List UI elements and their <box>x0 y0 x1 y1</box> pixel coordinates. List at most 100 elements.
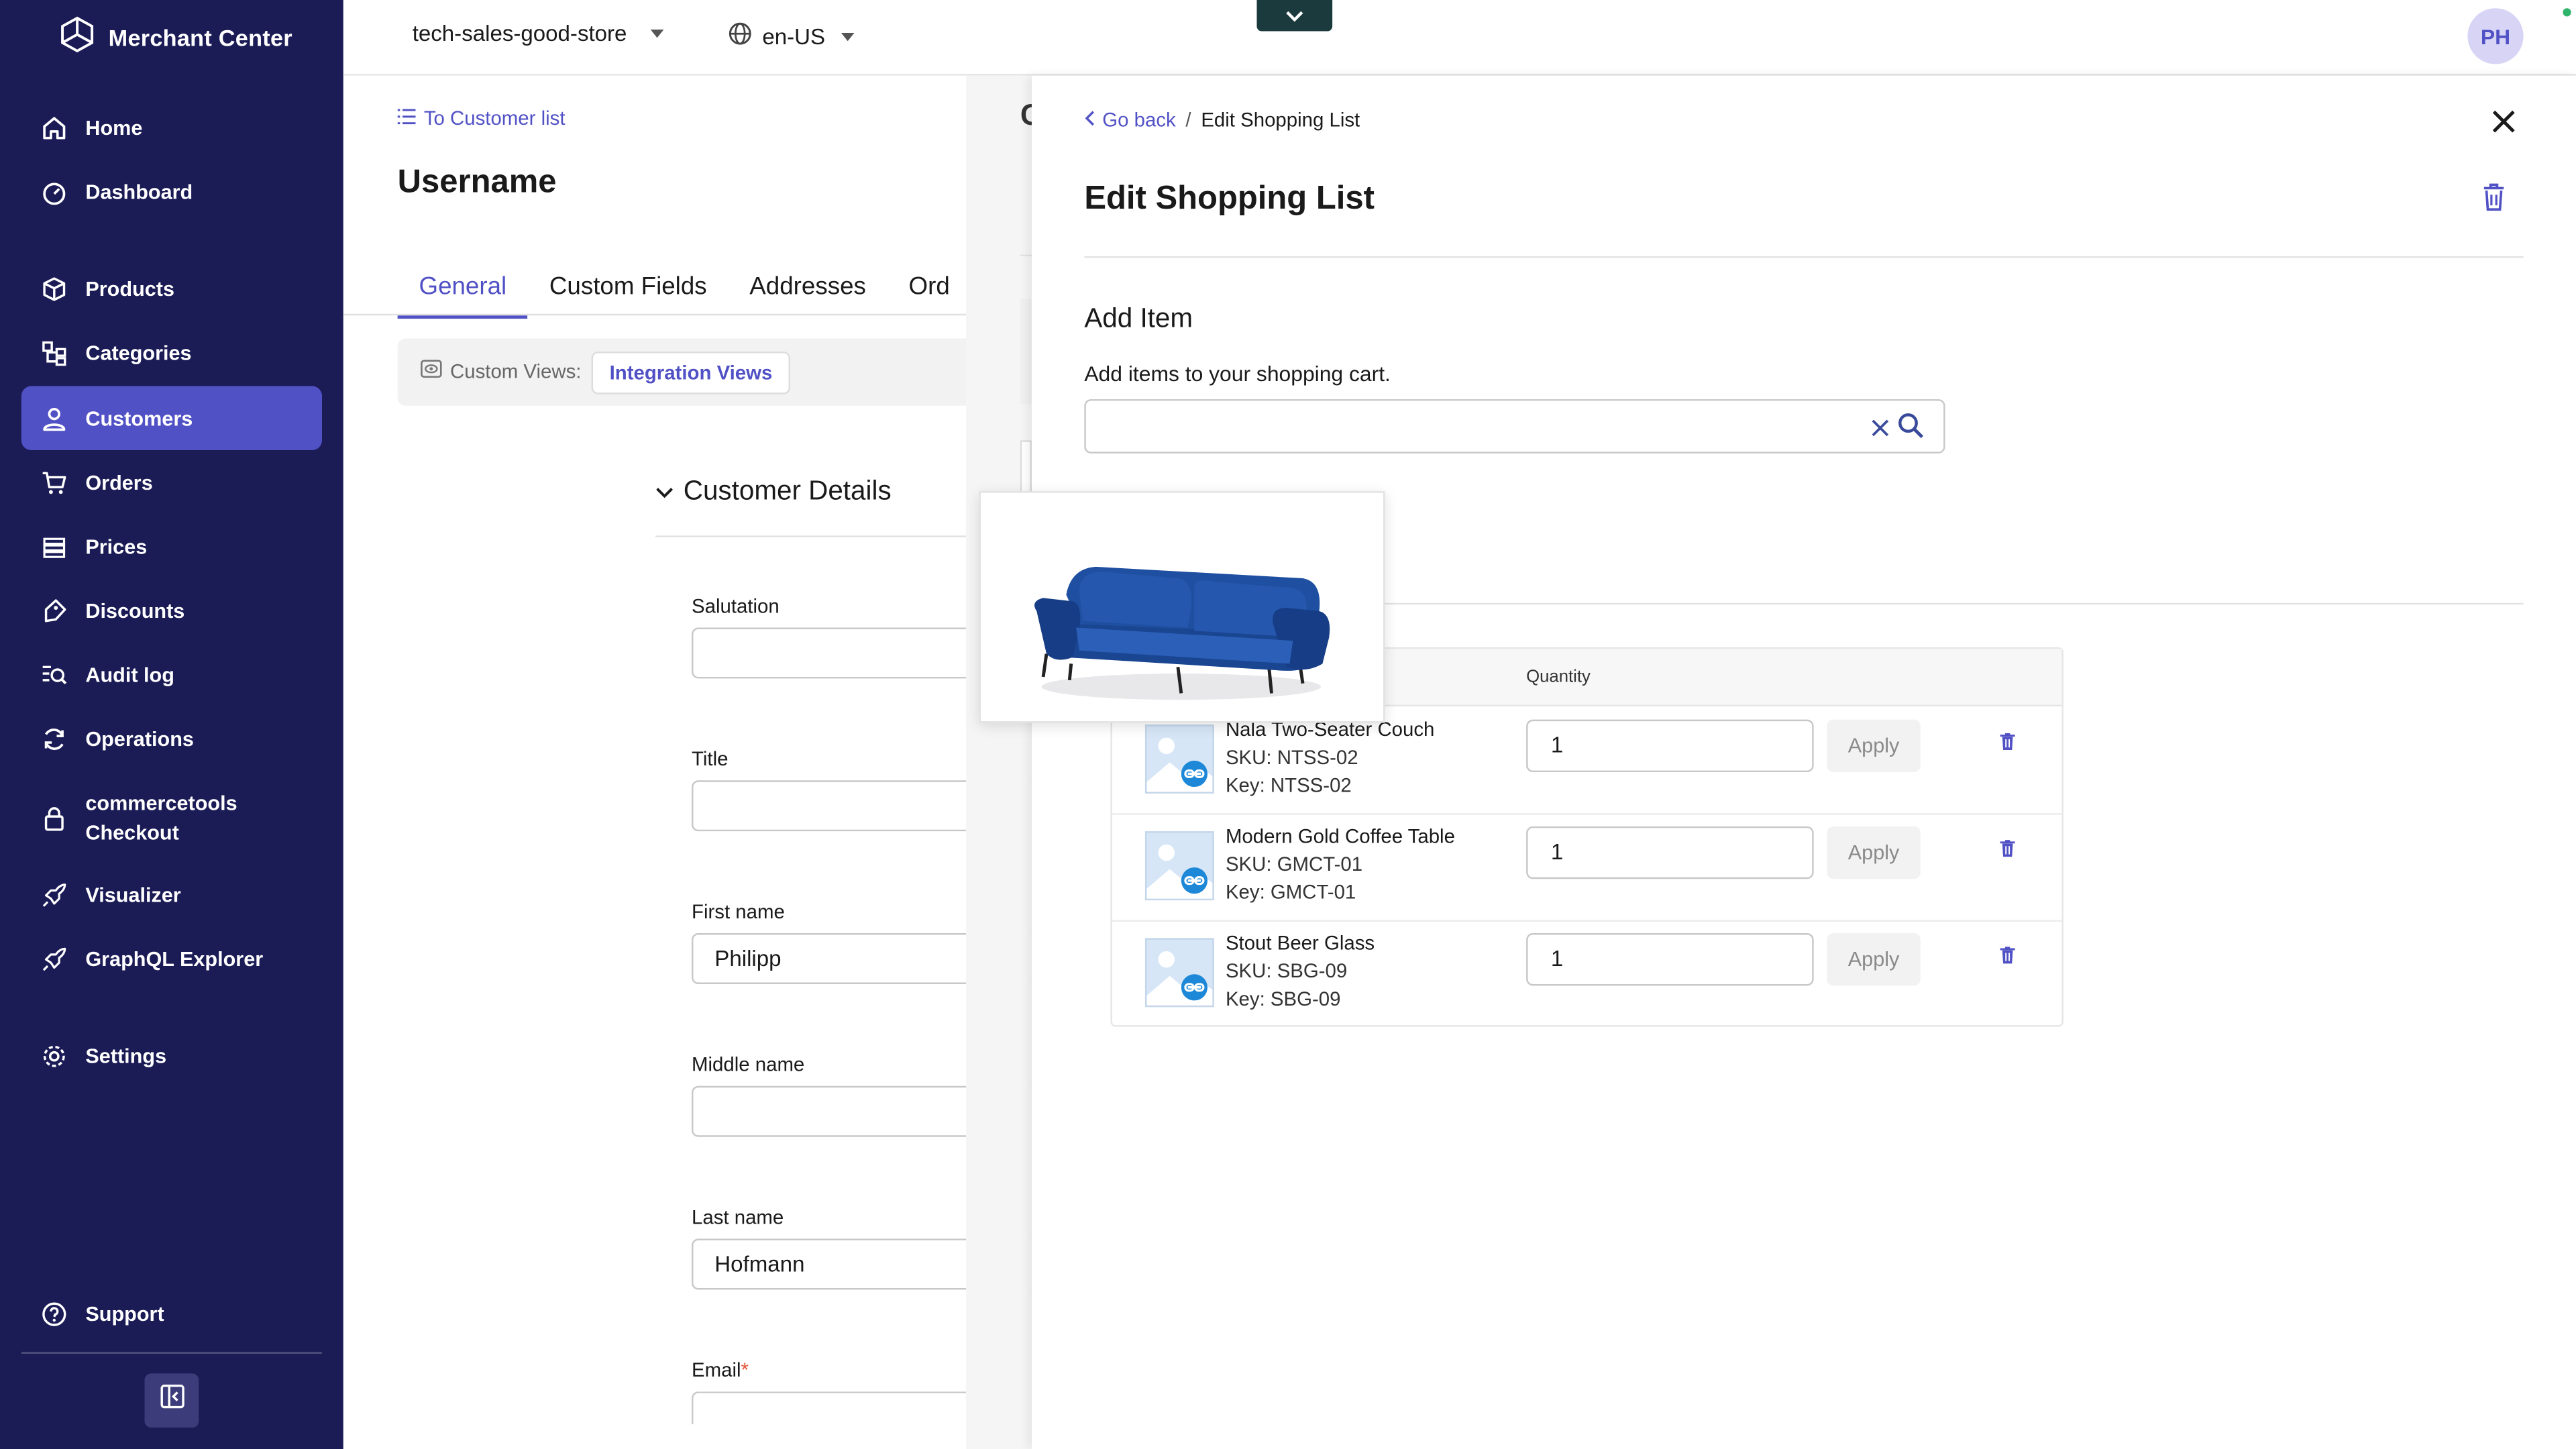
first-name-label: First name <box>692 900 785 924</box>
product-image-preview <box>979 491 1385 723</box>
product-sku: SKU: GMCT-01 <box>1225 853 1363 876</box>
collapse-sidebar-button[interactable] <box>144 1373 199 1428</box>
sidebar-item-operations[interactable]: Operations <box>21 706 322 771</box>
product-sku: SKU: NTSS-02 <box>1225 745 1358 769</box>
close-icon <box>2489 110 2518 143</box>
quantity-input[interactable]: 1 <box>1526 719 1814 773</box>
sidebar-item-products[interactable]: Products <box>21 256 322 321</box>
customer-tabs: General Custom Fields Addresses Ord <box>397 266 971 319</box>
caret-down-icon <box>841 32 855 41</box>
list-icon <box>397 107 416 129</box>
sidebar-item-label: Home <box>85 115 143 139</box>
rocket-icon <box>40 945 68 973</box>
search-icon[interactable] <box>1898 413 1924 447</box>
panel-title: Edit Shopping List <box>1084 180 1375 217</box>
discounts-icon <box>40 596 68 625</box>
to-customer-list-link[interactable]: To Customer list <box>397 107 566 130</box>
go-back-link[interactable]: Go back <box>1084 108 1176 131</box>
dashboard-icon <box>40 177 68 205</box>
chevron-down-icon <box>655 476 674 508</box>
apply-button[interactable]: Apply <box>1827 933 1921 986</box>
quantity-input[interactable]: 1 <box>1526 933 1814 986</box>
remove-item-trash-icon[interactable] <box>1999 943 2015 973</box>
go-back-label: Go back <box>1102 108 1176 131</box>
sidebar-item-label: Orders <box>85 470 153 494</box>
prices-icon <box>40 532 68 560</box>
sidebar-item-settings[interactable]: Settings <box>21 1024 322 1088</box>
edit-shopping-list-panel: Go back / Edit Shopping List Edit Shoppi… <box>1031 75 2576 1449</box>
sidebar-item-home[interactable]: Home <box>21 95 322 160</box>
required-mark: * <box>741 1358 749 1382</box>
apply-button[interactable]: Apply <box>1827 826 1921 879</box>
brand[interactable]: Merchant Center <box>59 15 292 56</box>
sidebar-item-label: GraphQL Explorer <box>85 947 264 971</box>
sidebar-item-label: Visualizer <box>85 883 181 906</box>
item-search-input[interactable] <box>1084 399 1945 453</box>
email-label: Email* <box>692 1358 749 1381</box>
integration-views-button[interactable]: Integration Views <box>591 352 791 394</box>
section-title: Customer Details <box>683 476 892 506</box>
sidebar-item-orders[interactable]: Orders <box>21 450 322 515</box>
underlying-input <box>1020 440 1032 493</box>
back-link-label: To Customer list <box>423 107 566 130</box>
sidebar-item-categories[interactable]: Categories <box>21 321 322 385</box>
audit-log-icon <box>40 660 68 688</box>
sidebar-item-label: Operations <box>85 727 194 750</box>
clear-icon[interactable] <box>1871 416 1889 445</box>
chevron-left-icon <box>1084 109 1095 131</box>
customer-details-toggle[interactable]: Customer Details <box>655 476 892 508</box>
sidebar-item-discounts[interactable]: Discounts <box>21 578 322 643</box>
custom-views-label: Custom Views: <box>421 360 581 383</box>
apply-button[interactable]: Apply <box>1827 719 1921 773</box>
close-button[interactable] <box>2489 107 2518 136</box>
breadcrumb-separator: / <box>1185 108 1191 131</box>
top-drawer-toggle[interactable] <box>1256 0 1333 32</box>
eye-icon <box>421 360 442 382</box>
title-label: Title <box>692 747 729 771</box>
page-title: Username <box>397 164 557 201</box>
product-sku: SKU: SBG-09 <box>1225 959 1348 983</box>
middle-name-label: Middle name <box>692 1053 805 1077</box>
brand-name: Merchant Center <box>108 24 292 51</box>
underlying-block <box>1020 299 1032 405</box>
delete-shopping-list-button[interactable] <box>2481 182 2507 220</box>
remove-item-trash-icon[interactable] <box>1999 837 2015 866</box>
tab-addresses[interactable]: Addresses <box>728 266 887 319</box>
project-name: tech-sales-good-store <box>412 21 627 46</box>
project-switcher[interactable]: tech-sales-good-store <box>413 21 663 46</box>
remove-item-trash-icon[interactable] <box>1999 729 2015 759</box>
sidebar-item-audit-log[interactable]: Audit log <box>21 643 322 707</box>
products-icon <box>40 274 68 303</box>
sidebar: Merchant Center Home Dashboard Products … <box>0 0 343 1449</box>
tab-general[interactable]: General <box>397 266 529 319</box>
tab-custom-fields[interactable]: Custom Fields <box>528 266 728 319</box>
table-row: Stout Beer Glass SKU: SBG-09 Key: SBG-09… <box>1112 920 2062 1026</box>
product-key: Key: NTSS-02 <box>1225 773 1352 797</box>
sidebar-item-dashboard[interactable]: Dashboard <box>21 160 322 224</box>
sidebar-item-graphql-explorer[interactable]: GraphQL Explorer <box>21 926 322 991</box>
email-label-text: Email <box>692 1358 741 1382</box>
sidebar-item-label: Customers <box>85 407 193 430</box>
sidebar-item-customers[interactable]: Customers <box>21 386 323 451</box>
sidebar-item-label: Prices <box>85 535 148 558</box>
tab-orders[interactable]: Ord <box>888 266 971 319</box>
sidebar-item-label: Support <box>85 1301 164 1326</box>
globe-icon <box>728 21 753 51</box>
quantity-input[interactable]: 1 <box>1526 826 1814 879</box>
sidebar-item-checkout[interactable]: commercetools Checkout <box>21 786 322 850</box>
collapse-sidebar-icon <box>158 1383 184 1417</box>
add-item-title: Add Item <box>1084 304 1193 334</box>
home-icon <box>40 113 68 142</box>
product-key: Key: GMCT-01 <box>1225 880 1356 904</box>
sidebar-item-label: Products <box>85 276 175 300</box>
merchant-center-logo-icon <box>59 15 95 60</box>
couch-image <box>1034 566 1330 700</box>
locale-switcher[interactable]: en-US <box>728 21 855 51</box>
product-name: Modern Gold Coffee Table <box>1225 824 1455 848</box>
customers-icon <box>40 404 68 432</box>
user-avatar[interactable]: PH <box>2467 8 2524 64</box>
sidebar-item-support[interactable]: Support <box>21 1281 322 1346</box>
modal-backdrop <box>966 75 1032 1449</box>
sidebar-item-prices[interactable]: Prices <box>21 515 322 579</box>
sidebar-item-visualizer[interactable]: Visualizer <box>21 863 322 927</box>
